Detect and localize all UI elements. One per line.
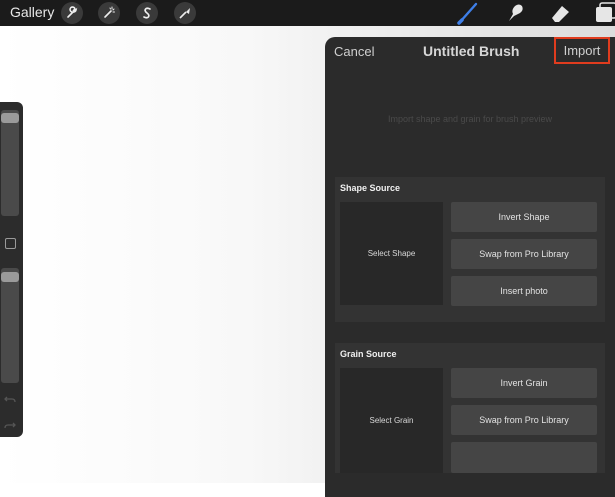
brush-preview: Import shape and grain for brush preview [335,74,605,164]
swap-shape-pro-library-button[interactable]: Swap from Pro Library [451,239,597,269]
selection-s-icon[interactable] [136,2,158,24]
invert-grain-button[interactable]: Invert Grain [451,368,597,398]
brush-size-slider[interactable] [1,110,19,216]
transform-arrow-icon[interactable] [174,2,196,24]
select-shape-button[interactable]: Select Shape [340,202,443,305]
layers-icon[interactable] [594,1,615,25]
panel-title: Untitled Brush [423,43,520,59]
preview-hint: Import shape and grain for brush preview [387,114,553,124]
cancel-button[interactable]: Cancel [334,44,374,59]
swap-grain-pro-library-button[interactable]: Swap from Pro Library [451,405,597,435]
modify-button[interactable] [5,238,16,249]
section-title: Grain Source [340,349,397,359]
section-title: Shape Source [340,183,401,193]
magic-wand-icon[interactable] [98,2,120,24]
shape-source-section: Shape Source Select Shape Invert Shape S… [335,177,605,322]
panel-header: Cancel Untitled Brush Import [325,37,615,67]
opacity-thumb[interactable] [1,272,19,282]
wrench-icon[interactable] [61,2,83,24]
grain-option-button[interactable] [451,442,597,473]
brush-icon[interactable] [456,1,480,25]
left-sidebar [0,102,23,437]
import-button[interactable]: Import [554,37,610,64]
grain-source-section: Grain Source Select Grain Invert Grain S… [335,343,605,473]
undo-icon[interactable] [3,392,17,406]
invert-shape-button[interactable]: Invert Shape [451,202,597,232]
select-grain-button[interactable]: Select Grain [340,368,443,473]
eraser-icon[interactable] [548,1,572,25]
brush-size-thumb[interactable] [1,113,19,123]
opacity-slider[interactable] [1,268,19,383]
redo-icon[interactable] [3,418,17,432]
brush-import-panel: Cancel Untitled Brush Import Import shap… [325,37,615,497]
gallery-button[interactable]: Gallery [10,4,54,20]
smudge-icon[interactable] [503,1,527,25]
insert-photo-button[interactable]: Insert photo [451,276,597,306]
top-toolbar: Gallery [0,0,615,26]
